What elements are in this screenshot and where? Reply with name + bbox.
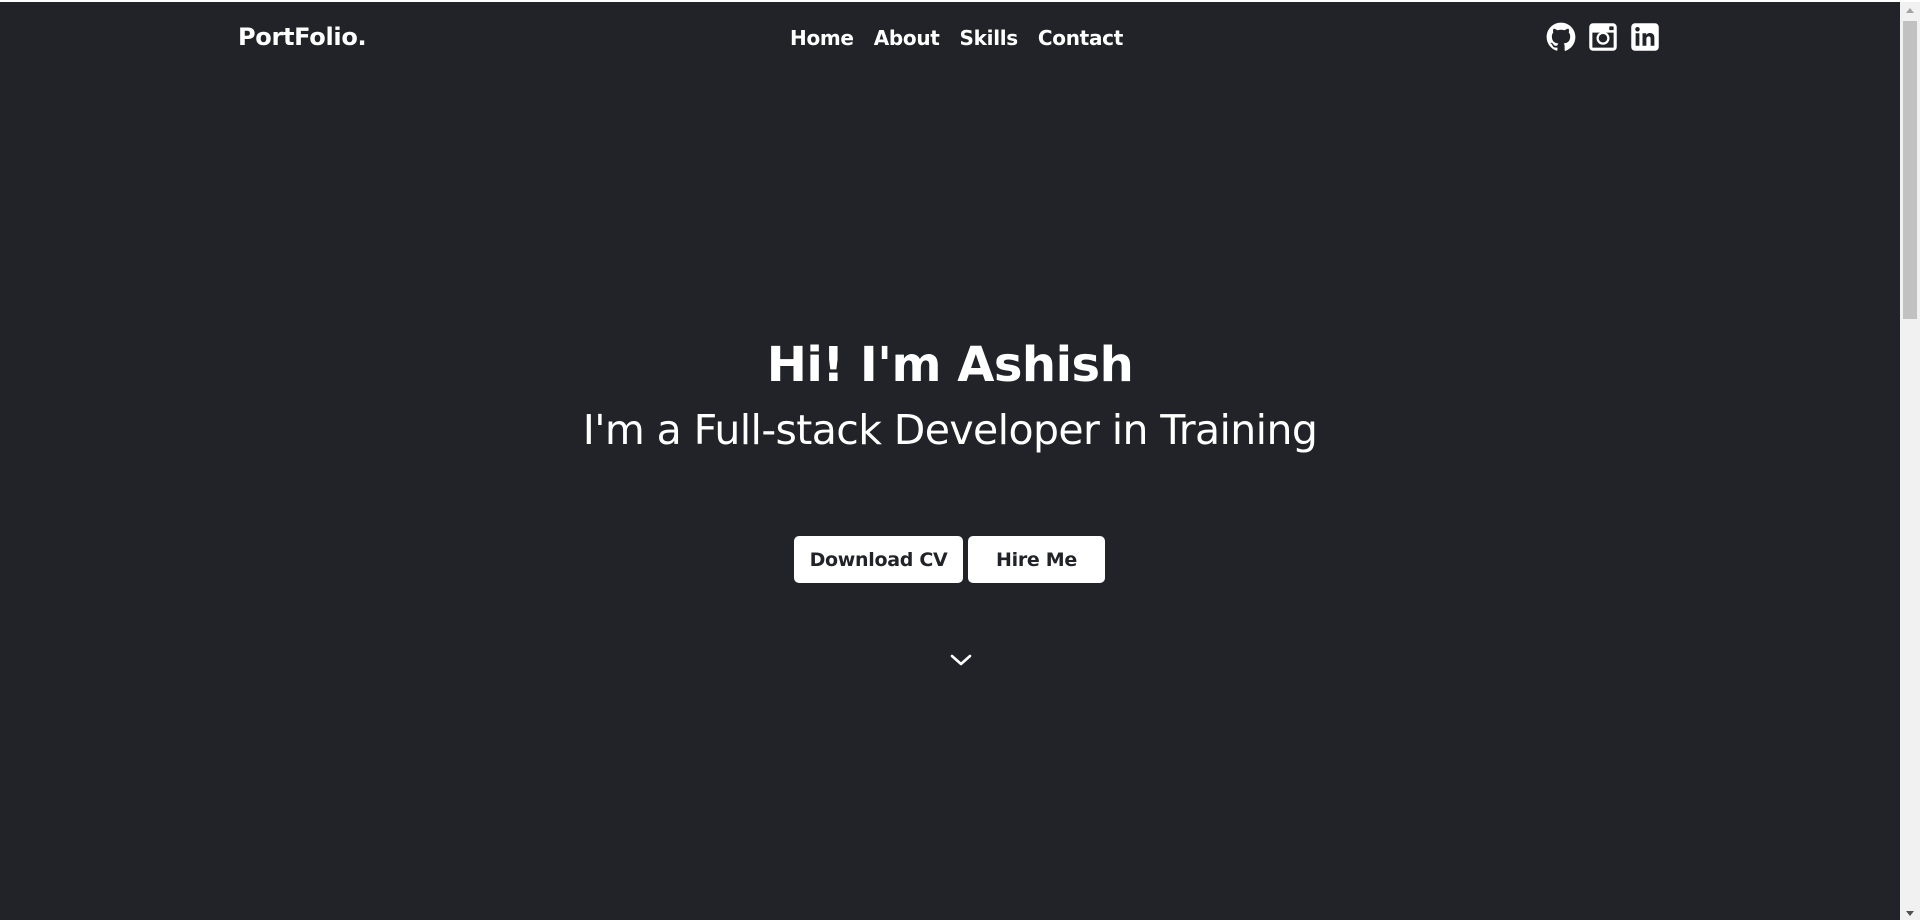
vertical-scrollbar[interactable]: [1900, 2, 1920, 920]
browser-viewport: PortFolio. Home About Skills Contact Hi!…: [0, 0, 1920, 920]
instagram-icon: [1588, 22, 1618, 52]
nav-link-skills[interactable]: Skills: [960, 24, 1019, 52]
github-link[interactable]: [1546, 22, 1576, 52]
scroll-down-arrow[interactable]: [1900, 905, 1920, 920]
nav-item-about: About: [874, 24, 940, 52]
download-cv-button[interactable]: Download CV: [794, 536, 963, 583]
caret-down-icon: [1906, 911, 1914, 916]
scroll-down-link[interactable]: [948, 650, 974, 670]
instagram-link[interactable]: [1588, 22, 1618, 52]
caret-up-icon: [1906, 8, 1914, 13]
social-links: [1546, 22, 1660, 52]
scroll-up-arrow[interactable]: [1900, 2, 1920, 19]
hero-title: Hi! I'm Ashish: [766, 337, 1134, 393]
nav-link-home[interactable]: Home: [790, 24, 854, 52]
hire-me-button[interactable]: Hire Me: [968, 536, 1105, 583]
nav-link-about[interactable]: About: [874, 24, 940, 52]
linkedin-icon: [1630, 22, 1660, 52]
portfolio-page: PortFolio. Home About Skills Contact Hi!…: [0, 2, 1900, 920]
nav-item-contact: Contact: [1038, 24, 1123, 52]
hero-subtitle: I'm a Full-stack Developer in Training: [582, 406, 1318, 454]
nav-item-skills: Skills: [960, 24, 1019, 52]
nav-link-contact[interactable]: Contact: [1038, 24, 1123, 52]
nav-item-home: Home: [790, 24, 854, 52]
hero-buttons: Download CV Hire Me: [794, 536, 1105, 583]
chevron-down-icon: [948, 650, 974, 670]
nav-links: Home About Skills Contact: [790, 24, 1123, 52]
brand-logo[interactable]: PortFolio.: [238, 21, 367, 53]
github-icon: [1546, 22, 1576, 52]
scrollbar-thumb[interactable]: [1903, 21, 1917, 319]
linkedin-link[interactable]: [1630, 22, 1660, 52]
top-navbar: PortFolio. Home About Skills Contact: [0, 2, 1900, 74]
hero-section: Hi! I'm Ashish I'm a Full-stack Develope…: [0, 332, 1900, 458]
